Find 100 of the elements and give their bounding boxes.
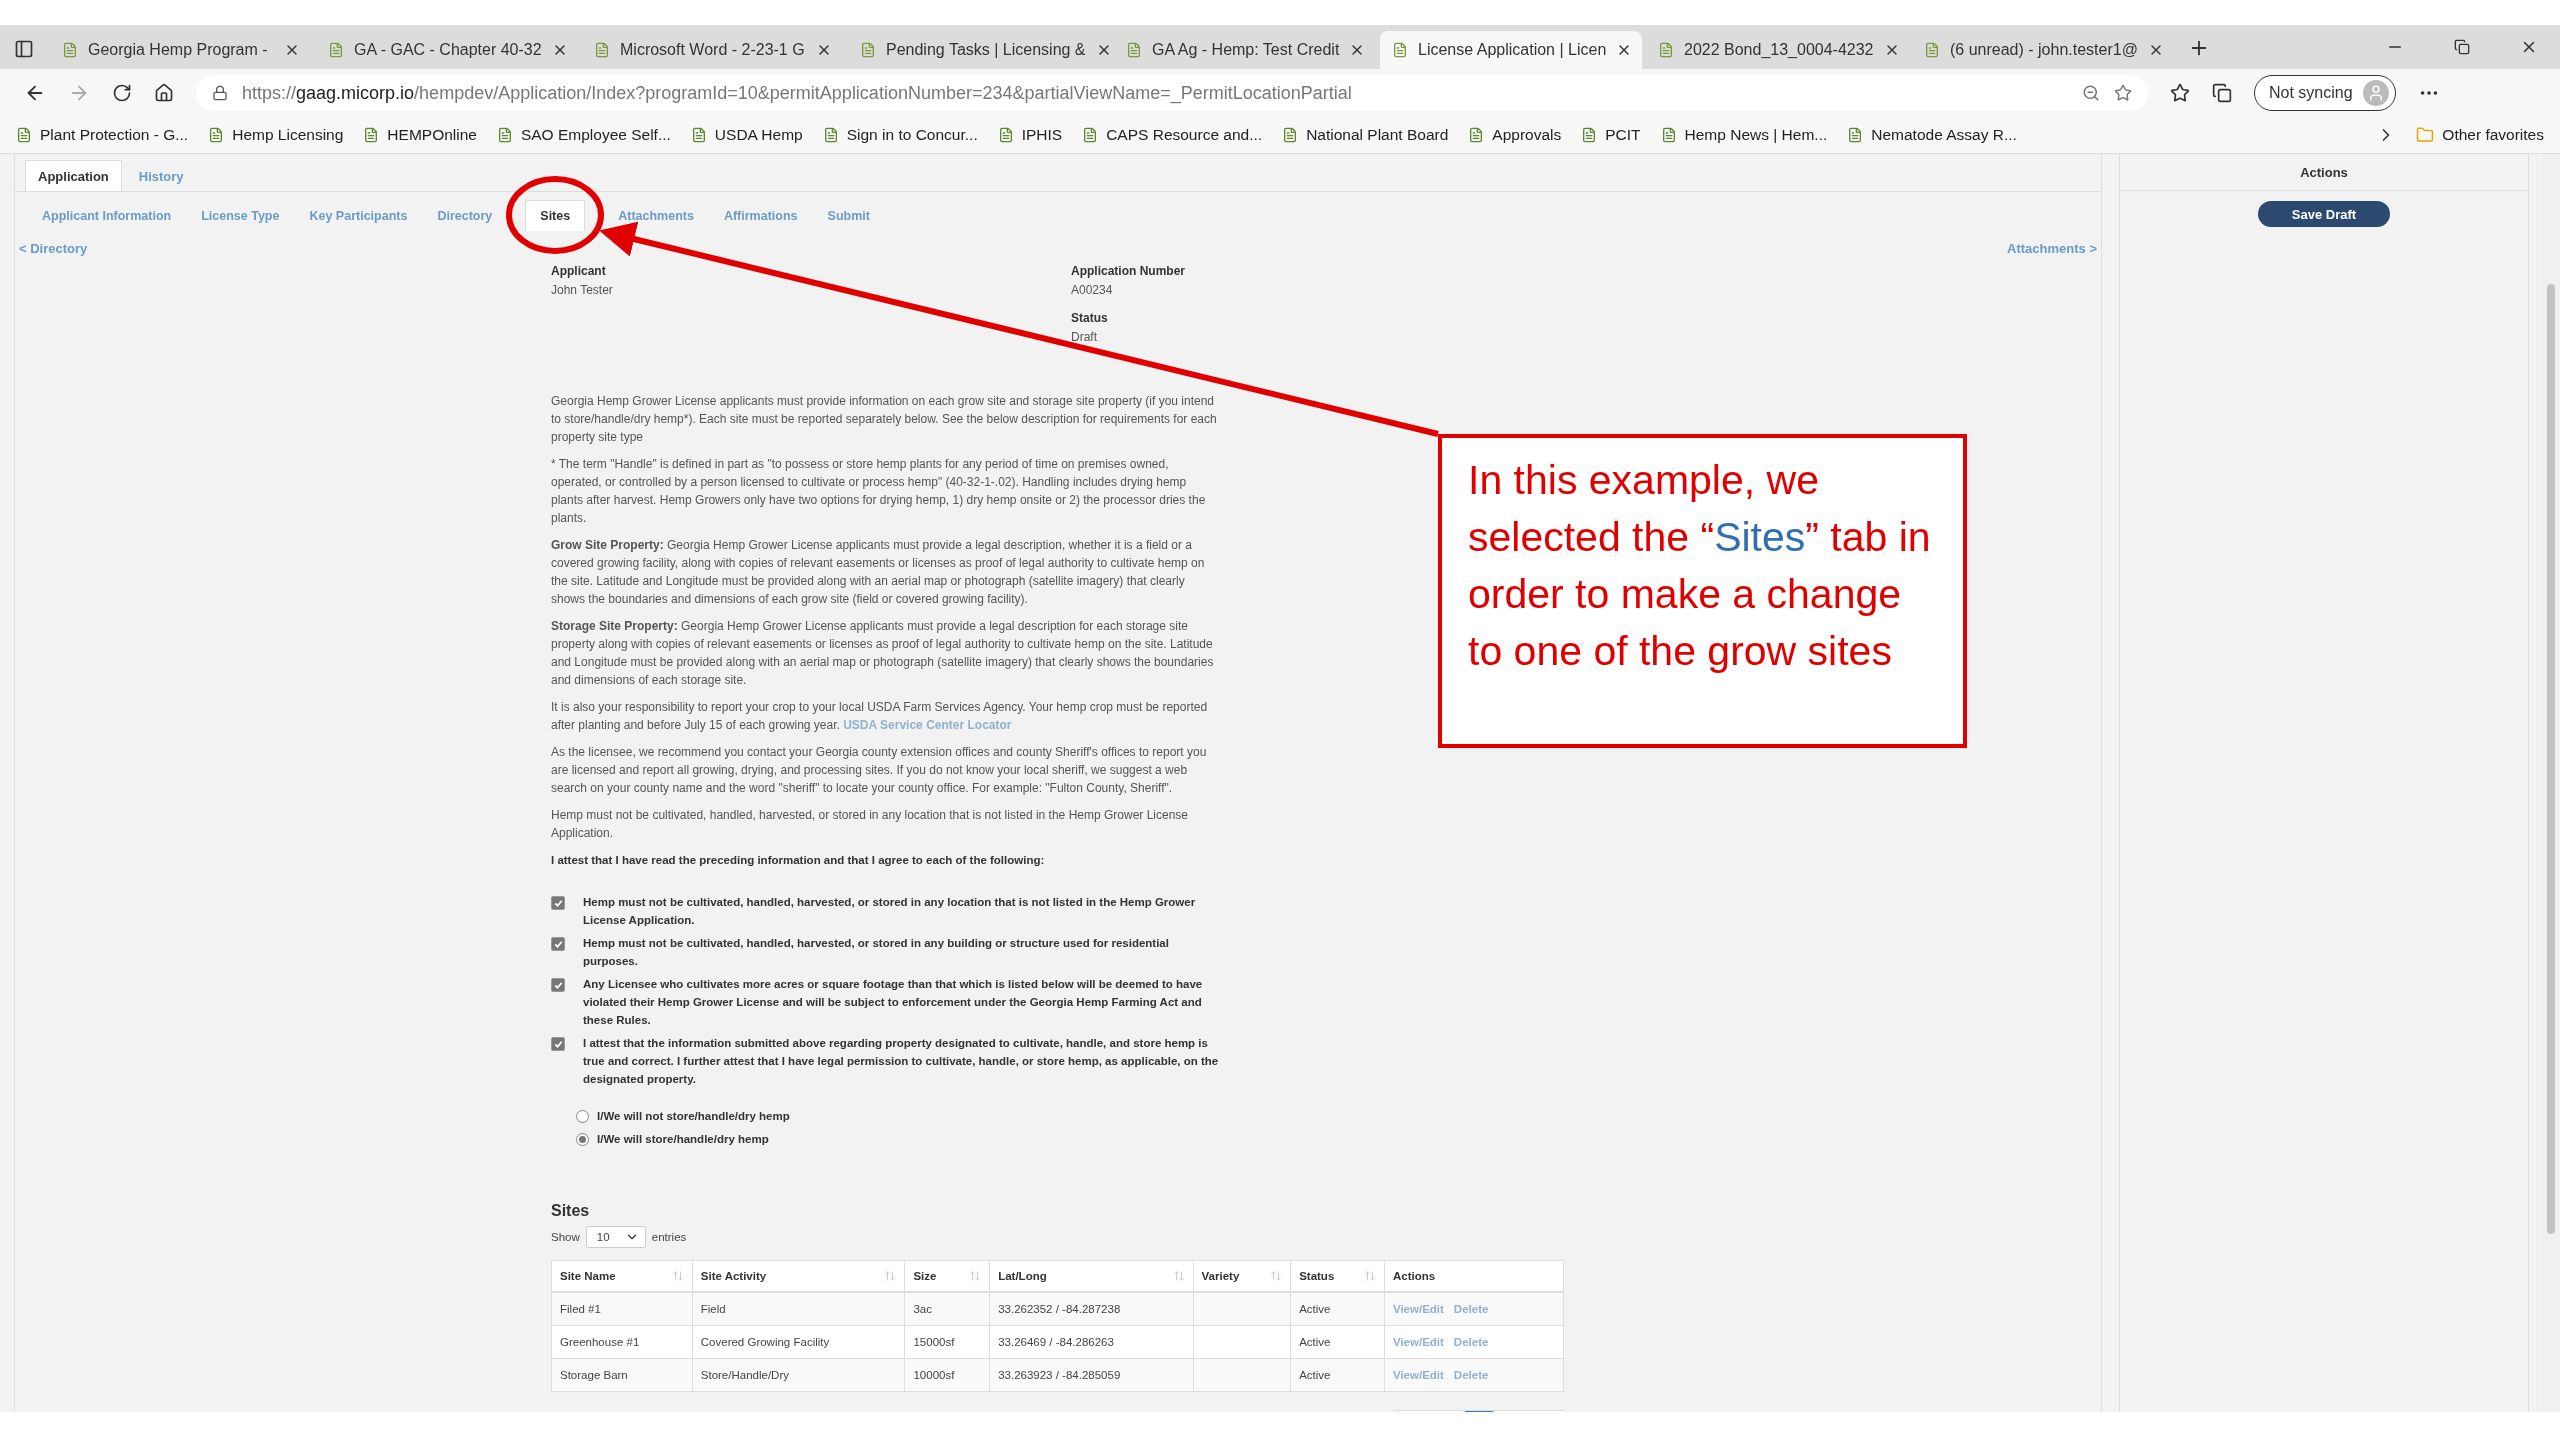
- table-cell: Greenhouse #1: [551, 1325, 693, 1359]
- checkbox-label: Hemp must not be cultivated, handled, harvested, or stored in any building or structure used for residential purposes.: [583, 936, 1170, 969]
- bookmark-icon: [1082, 127, 1099, 143]
- browser-tab[interactable]: Pending Tasks | Licensing &: [848, 31, 1110, 69]
- table-cell: Storage Barn: [551, 1358, 693, 1392]
- table-cell: Filed #1: [551, 1292, 693, 1326]
- page-icon: [1392, 42, 1408, 58]
- browser-tab[interactable]: GA - GAC - Chapter 40-32: [316, 31, 578, 69]
- checkbox[interactable]: [551, 978, 565, 992]
- table-cell: Covered Growing Facility: [692, 1325, 905, 1359]
- tab-actions-icon[interactable]: [14, 39, 34, 59]
- bookmark-link[interactable]: Nematode Assay R...: [1871, 126, 2017, 144]
- field-value: John Tester: [551, 282, 614, 299]
- bookmark-link[interactable]: Hemp News | Hem...: [1684, 126, 1828, 144]
- table-cell: Field: [692, 1292, 905, 1326]
- bookmark-link[interactable]: CAPS Resource and...: [1106, 126, 1263, 144]
- radio-label: I/We will not store/handle/dry hemp: [597, 1109, 790, 1124]
- browser-tab[interactable]: 2022 Bond_13_0004-4232: [1646, 31, 1908, 69]
- browser-tab[interactable]: Georgia Hemp Program -: [50, 31, 312, 69]
- save-draft-button[interactable]: Save Draft: [2258, 201, 2390, 227]
- table-cell: Store/Handle/Dry: [692, 1358, 905, 1392]
- table-cell: 15000sf: [904, 1325, 990, 1359]
- home-icon[interactable]: [154, 83, 174, 103]
- checkbox[interactable]: [551, 1037, 565, 1051]
- table-cell: 33.262352 / -84.287238: [989, 1292, 1194, 1326]
- address-field[interactable]: https://gaag.micorp.io/hempdev/Application/Index?programId=10&permitApplicationNumber=234&partialViewName=_PermitLocationPartial: [196, 75, 2148, 111]
- bookmark-link[interactable]: USDA Hemp: [714, 126, 803, 144]
- paragraph: Georgia Hemp Grower License applicants must provide information on each grow site and storage site property (if you intend to store/handle/dry hemp*). Each site must be reported separately below. See the below description for requirements for each property site type: [551, 393, 1218, 446]
- bookmark-icon: [208, 127, 225, 143]
- avatar-icon: [2362, 80, 2389, 106]
- page-icon: [1126, 42, 1142, 58]
- checkbox[interactable]: [551, 896, 565, 910]
- section-title: Sites: [551, 1202, 591, 1220]
- bookmark-icon: [690, 127, 707, 143]
- bookmark-link[interactable]: SAO Employee Self...: [520, 126, 671, 144]
- bookmark-link[interactable]: IPHIS: [1021, 126, 1063, 144]
- page-icon: [62, 42, 78, 58]
- bookmark-link[interactable]: Plant Protection - G...: [40, 126, 189, 144]
- bookmark-icon: [822, 127, 839, 143]
- page-icon: [1658, 42, 1674, 58]
- bookmark-icon: [363, 127, 380, 143]
- table-cell: 33.26469 / -84.286263: [989, 1325, 1194, 1359]
- page-size-select[interactable]: 10: [585, 1226, 646, 1248]
- attest-text: I attest that I have read the preceding information and that I agree to each of the following:: [551, 853, 1046, 868]
- zoom-out-icon[interactable]: [2082, 84, 2100, 102]
- field-label: Application Number: [1071, 263, 1186, 280]
- table-cell: 33.263923 / -84.285059: [989, 1358, 1194, 1392]
- star-icon[interactable]: [2114, 84, 2132, 102]
- radio-label: I/We will store/handle/dry hemp: [597, 1132, 769, 1147]
- field-value: A00234: [1071, 282, 1114, 299]
- tab[interactable]: Application: [25, 160, 122, 191]
- radio-button[interactable]: [576, 1109, 589, 1123]
- paragraph: * The term "Handle" is defined in part as "to possess or store hemp plants for any period of time on premises owned, operated, or controlled by a person licensed to cultivate or process hemp" (40-32-1-.02). Handling includes drying hemp plants after harvest. Hemp Growers only have two options for drying hemp, 1) dry hemp onsite or 2) the processor dries the plants.: [551, 456, 1207, 527]
- bookmark-icon: [997, 127, 1014, 143]
- tab[interactable]: Sites: [525, 200, 586, 231]
- bookmark-link[interactable]: Hemp Licensing: [232, 126, 344, 144]
- bookmark-icon: [1581, 127, 1598, 143]
- page-icon: [1924, 42, 1940, 58]
- bookmark-link[interactable]: HEMPOnline: [387, 126, 477, 144]
- checkbox-label: Hemp must not be cultivated, handled, harvested, or stored in any location that is not listed in the Hemp Grower License Application.: [583, 895, 1197, 928]
- refresh-icon[interactable]: [112, 83, 132, 103]
- checkbox-label: Any Licensee who cultivates more acres or square footage than that which is listed below will be deemed to have violated their Hemp Grower License and will be subject to enforcement under the Georgia Hemp Farming Act and these Rules.: [583, 977, 1204, 1028]
- bookmark-link[interactable]: Other favorites: [2442, 126, 2544, 144]
- folder-icon: [2416, 126, 2435, 144]
- bookmark-icon: [1282, 127, 1299, 143]
- bookmark-link[interactable]: Approvals: [1492, 126, 1562, 144]
- url-text: https://gaag.micorp.io/hempdev/Application/Index?programId=10&permitApplicationNumber=234&partialViewName=_PermitLocationPartial: [242, 82, 1352, 104]
- bookmark-icon: [1660, 127, 1677, 143]
- table-cell: Active: [1290, 1292, 1385, 1326]
- bookmark-icon: [1468, 127, 1485, 143]
- panel-title: Actions: [2300, 164, 2348, 180]
- bookmark-link[interactable]: Sign in to Concur...: [846, 126, 978, 144]
- paragraph: Storage Site Property: Georgia Hemp Grower License applicants must provide a legal description for each storage site property along with copies of relevant easements or licenses as proof of legal authority to cultivate hemp on the site. Latitude and Longitude must be provided along with an aerial map or photograph (satellite imagery) that clearly shows the boundaries and dimensions of each storage site.: [551, 618, 1215, 689]
- table-cell: 3ac: [904, 1292, 990, 1326]
- page-icon: [860, 42, 876, 58]
- bookmark-link[interactable]: PCIT: [1605, 126, 1641, 144]
- field-label: Status: [1071, 310, 1109, 327]
- browser-tab[interactable]: GA Ag - Hemp: Test Credit: [1114, 31, 1376, 69]
- restore-icon[interactable]: [2454, 39, 2470, 55]
- favorites-icon[interactable]: [2170, 83, 2190, 103]
- show-label: Show: [551, 1230, 580, 1245]
- paragraph: As the licensee, we recommend you contact your Georgia county extension offices and county Sheriff's offices to report you are licensed and report all growing, drying, and processing sites. If you do not know your local sheriff, we suggest a web search on your county name and the word "sheriff" to locate your county office. For example: "Fulton County, Sheriff".: [551, 744, 1208, 797]
- paragraph: It is also your responsibility to report your crop to your local USDA Farm Services Agency. Your hemp crop must be reported after planting and before July 15 of each growing year. USDA Service Center Locator: [551, 699, 1209, 734]
- table-cell: Active: [1290, 1358, 1385, 1392]
- checkbox-label: I attest that the information submitted above regarding property designated to cultivate, handle, and store hemp is true and correct. I further attest that I have legal permission to cultivate, handle, or store hemp, as applicable, on the designated property.: [583, 1036, 1219, 1087]
- field-value: Draft: [1071, 329, 1098, 346]
- page-icon: [594, 42, 610, 58]
- bookmark-link[interactable]: National Plant Board: [1306, 126, 1449, 144]
- radio-button[interactable]: [576, 1132, 589, 1146]
- sync-button[interactable]: Not syncing: [2254, 75, 2396, 111]
- checkbox[interactable]: [551, 937, 565, 951]
- table-cell: 10000sf: [904, 1358, 990, 1392]
- browser-tab[interactable]: Microsoft Word - 2-23-1 G: [582, 31, 844, 69]
- bookmark-icon: [16, 127, 32, 143]
- browser-tab[interactable]: License Application | Licen: [1380, 31, 1642, 69]
- browser-tab[interactable]: (6 unread) - john.tester1@: [1912, 31, 2174, 69]
- callout-text: In this example, we selected the “Sites” tab in order to make a change to one of the grow sites: [1438, 434, 1967, 748]
- bookmark-icon: [496, 127, 513, 143]
- bookmark-icon: [1847, 127, 1864, 143]
- lock-icon: [212, 85, 228, 101]
